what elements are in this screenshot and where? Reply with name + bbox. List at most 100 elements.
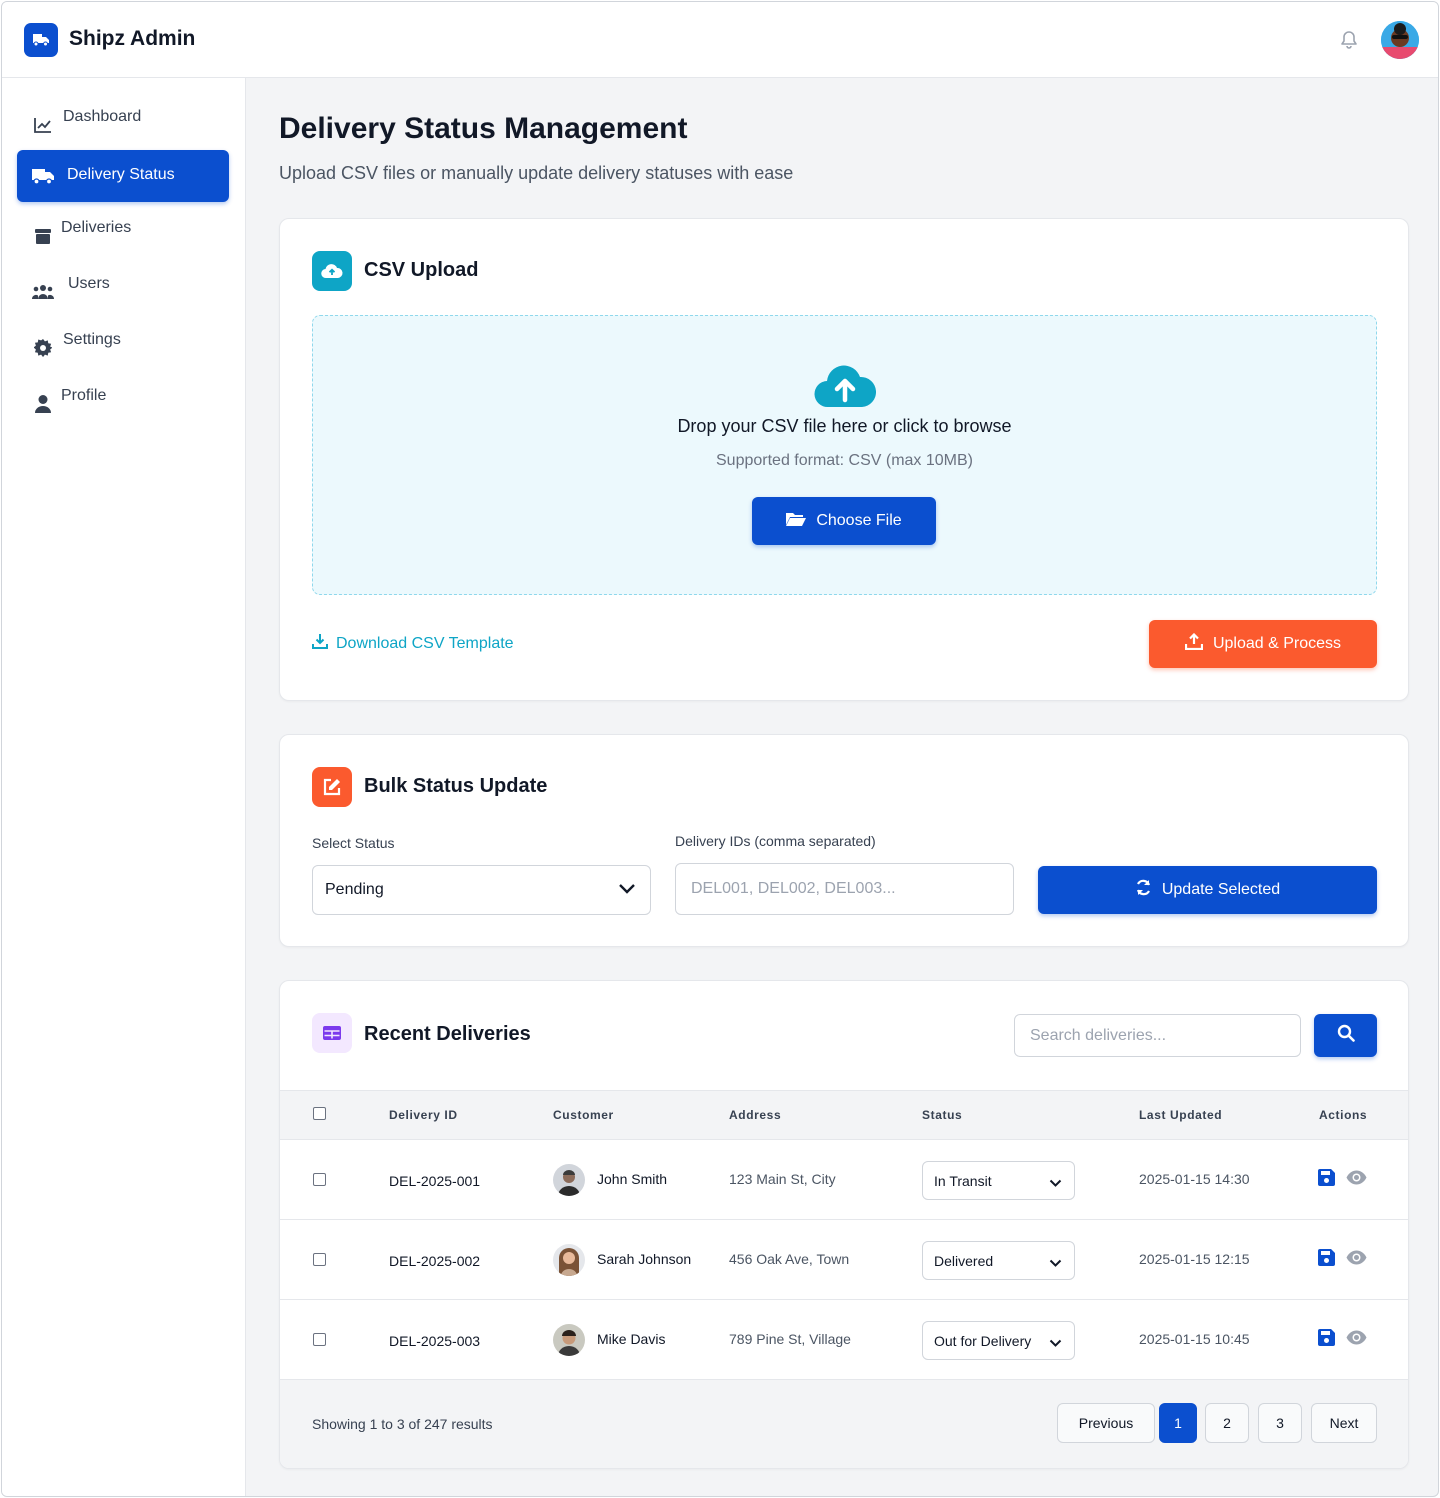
cloud-upload-icon	[814, 364, 877, 413]
status-field-label: Select Status	[312, 835, 395, 851]
upload-icon	[1184, 632, 1204, 655]
delivery-id: DEL-2025-003	[389, 1333, 481, 1349]
app-window: Shipz Admin Dashboard Delivery Status De…	[1, 1, 1439, 1497]
table-icon	[312, 1013, 352, 1053]
csv-upload-card: CSV Upload Drop your CSV file here or cl…	[279, 218, 1409, 701]
cloud-upload-icon	[312, 251, 352, 291]
row-checkbox[interactable]	[313, 1333, 326, 1346]
page-button-2[interactable]: 2	[1205, 1403, 1249, 1443]
edit-icon	[312, 767, 352, 807]
last-updated: 2025-01-15 10:45	[1139, 1331, 1250, 1347]
sidebar-item-label: Settings	[63, 331, 121, 348]
bell-icon[interactable]	[1338, 29, 1360, 51]
download-template-link[interactable]: Download CSV Template	[312, 633, 514, 654]
previous-page-button[interactable]: Previous	[1057, 1403, 1155, 1443]
row-status-select[interactable]: In Transit	[922, 1161, 1075, 1200]
search-input[interactable]: Search deliveries...	[1014, 1014, 1301, 1057]
table-row: DEL-2025-001 John Smith 123 Main St, Cit…	[280, 1140, 1408, 1220]
select-all-checkbox[interactable]	[313, 1107, 326, 1120]
column-header: Status	[922, 1108, 963, 1122]
chevron-down-icon	[1049, 1175, 1062, 1191]
table-footer: Showing 1 to 3 of 247 results Previous 1…	[280, 1380, 1408, 1468]
sidebar-item-label: Profile	[61, 387, 107, 404]
last-updated: 2025-01-15 14:30	[1139, 1171, 1250, 1187]
delivery-ids-input[interactable]: DEL001, DEL002, DEL003...	[675, 863, 1014, 915]
sidebar-item-settings[interactable]: Settings	[17, 311, 229, 363]
next-page-button[interactable]: Next	[1311, 1403, 1377, 1443]
column-header: Last Updated	[1139, 1108, 1223, 1122]
table-row: DEL-2025-002 Sarah Johnson 456 Oak Ave, …	[280, 1220, 1408, 1300]
row-status-select[interactable]: Out for Delivery	[922, 1321, 1075, 1360]
page-title: Delivery Status Management	[279, 112, 688, 145]
column-header: Delivery ID	[389, 1108, 458, 1122]
chevron-down-icon	[1049, 1255, 1062, 1271]
page-button-1[interactable]: 1	[1159, 1403, 1197, 1443]
sidebar-item-label: Deliveries	[61, 219, 132, 236]
sidebar-item-label: Users	[68, 275, 110, 292]
row-checkbox[interactable]	[313, 1173, 326, 1186]
column-header: Customer	[553, 1108, 614, 1122]
sidebar-item-users[interactable]: Users	[17, 255, 229, 307]
address: 456 Oak Ave, Town	[729, 1251, 850, 1267]
chevron-down-icon	[618, 882, 636, 900]
box-icon	[32, 225, 54, 247]
user-avatar[interactable]	[1381, 21, 1419, 59]
upload-process-button[interactable]: Upload & Process	[1149, 620, 1377, 668]
row-status-value: In Transit	[934, 1172, 992, 1189]
user-icon	[32, 393, 54, 415]
search-placeholder: Search deliveries...	[1030, 1026, 1167, 1044]
sidebar-item-profile[interactable]: Profile	[17, 367, 229, 419]
customer-name: John Smith	[597, 1171, 668, 1187]
chevron-down-icon	[1049, 1335, 1062, 1351]
delivery-ids-placeholder: DEL001, DEL002, DEL003...	[691, 880, 896, 897]
row-status-value: Delivered	[934, 1252, 994, 1269]
card-title: CSV Upload	[364, 259, 479, 281]
save-icon[interactable]	[1318, 1329, 1336, 1347]
customer-name: Mike Davis	[597, 1331, 666, 1347]
app-title: Shipz Admin	[69, 27, 196, 50]
update-selected-label: Update Selected	[1161, 881, 1281, 898]
row-status-select[interactable]: Delivered	[922, 1241, 1075, 1280]
upload-process-label: Upload & Process	[1212, 635, 1342, 652]
save-icon[interactable]	[1318, 1249, 1336, 1267]
column-header: Address	[729, 1108, 782, 1122]
page-subtitle: Upload CSV files or manually update deli…	[279, 163, 794, 183]
status-select[interactable]: Pending	[312, 865, 651, 915]
delivery-id: DEL-2025-001	[389, 1173, 481, 1189]
sidebar-item-label: Delivery Status	[67, 166, 175, 183]
chart-line-icon	[32, 114, 54, 136]
page-button-3[interactable]: 3	[1258, 1403, 1302, 1443]
choose-file-label: Choose File	[816, 512, 902, 529]
truck-logo-icon	[24, 23, 58, 57]
recent-deliveries-card: Recent Deliveries Search deliveries... D…	[279, 980, 1409, 1469]
eye-icon[interactable]	[1346, 1170, 1367, 1188]
csv-dropzone[interactable]: Drop your CSV file here or click to brow…	[312, 315, 1377, 595]
eye-icon[interactable]	[1346, 1330, 1367, 1348]
download-template-label: Download CSV Template	[336, 634, 514, 652]
top-header: Shipz Admin	[2, 2, 1438, 78]
choose-file-button[interactable]: Choose File	[752, 497, 936, 545]
folder-open-icon	[786, 511, 807, 532]
card-title: Recent Deliveries	[364, 1023, 531, 1045]
save-icon[interactable]	[1318, 1169, 1336, 1187]
address: 123 Main St, City	[729, 1171, 836, 1187]
row-status-value: Out for Delivery	[934, 1332, 1032, 1349]
row-checkbox[interactable]	[313, 1253, 326, 1266]
sidebar-item-delivery-status[interactable]: Delivery Status	[17, 150, 229, 202]
card-title: Bulk Status Update	[364, 775, 548, 797]
users-icon	[32, 281, 54, 303]
update-selected-button[interactable]: Update Selected	[1038, 866, 1377, 914]
truck-icon	[32, 165, 54, 187]
sidebar-item-dashboard[interactable]: Dashboard	[17, 88, 229, 140]
dropzone-subtitle: Supported format: CSV (max 10MB)	[716, 452, 973, 469]
eye-icon[interactable]	[1346, 1250, 1367, 1268]
refresh-icon	[1135, 879, 1152, 901]
column-header: Actions	[1319, 1108, 1368, 1122]
bulk-update-card: Bulk Status Update Select Status Pending…	[279, 734, 1409, 947]
address: 789 Pine St, Village	[729, 1331, 851, 1347]
delivery-id: DEL-2025-002	[389, 1253, 481, 1269]
last-updated: 2025-01-15 12:15	[1139, 1251, 1250, 1267]
search-button[interactable]	[1314, 1014, 1377, 1057]
sidebar-item-deliveries[interactable]: Deliveries	[17, 199, 229, 251]
dropzone-title: Drop your CSV file here or click to brow…	[677, 416, 1012, 436]
